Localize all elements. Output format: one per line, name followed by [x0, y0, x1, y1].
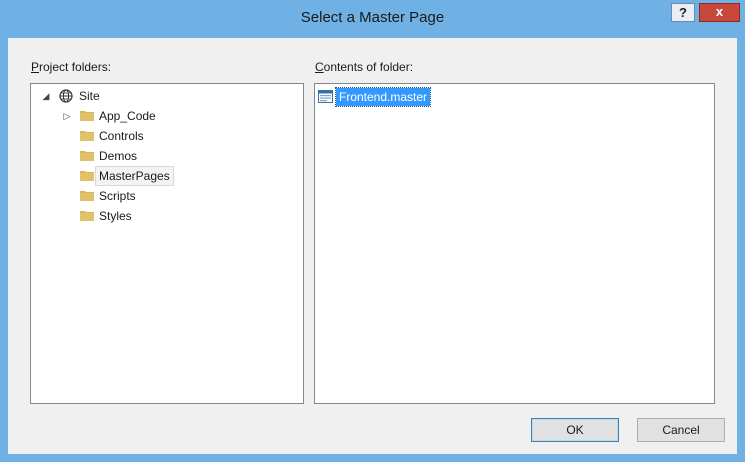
tree-item-scripts[interactable]: Scripts — [31, 186, 301, 206]
tree-item-styles[interactable]: Styles — [31, 206, 301, 226]
tree-item-label: Controls — [99, 129, 144, 143]
tree-item-app-code[interactable]: ▷ App_Code — [31, 106, 301, 126]
file-item-label: Frontend.master — [334, 87, 432, 107]
expand-arrow-icon[interactable]: ▷ — [62, 106, 72, 126]
help-button[interactable]: ? — [671, 3, 695, 22]
tree-item-label: Site — [79, 89, 100, 103]
folder-icon — [80, 111, 94, 121]
cancel-button[interactable]: Cancel — [637, 418, 725, 442]
project-folders-label-text: roject folders: — [39, 60, 112, 74]
close-button[interactable]: x — [699, 3, 740, 22]
select-master-page-dialog: Select a Master Page ? x Project folders… — [0, 0, 745, 462]
ok-button[interactable]: OK — [531, 418, 619, 442]
tree-item-site[interactable]: ◢ Site — [31, 86, 301, 106]
project-folders-label-accesskey: P — [31, 60, 40, 74]
folder-icon — [80, 171, 94, 181]
folder-icon — [80, 191, 94, 201]
project-folders-tree[interactable]: ◢ Site ▷ App_Code Controls Demos MasterP… — [30, 83, 304, 404]
globe-icon — [59, 89, 73, 103]
tree-item-label: Scripts — [99, 189, 136, 203]
contents-of-folder-label: Contents of folder: — [315, 60, 413, 74]
contents-of-folder-label-text: ontents of folder: — [323, 60, 414, 74]
tree-item-controls[interactable]: Controls — [31, 126, 301, 146]
collapse-arrow-icon[interactable]: ◢ — [41, 86, 51, 106]
project-folders-label: Project folders: — [31, 60, 111, 74]
tree-item-label: Styles — [99, 209, 132, 223]
tree-item-label: Demos — [99, 149, 138, 163]
dialog-body: Project folders: Contents of folder: ◢ S… — [8, 38, 737, 454]
tree-item-label: App_Code — [99, 109, 156, 123]
tree-item-label: MasterPages — [95, 166, 174, 186]
title-bar[interactable]: Select a Master Page ? x — [0, 0, 745, 38]
tree-item-demos[interactable]: Demos — [31, 146, 301, 166]
master-file-icon — [318, 90, 333, 103]
folder-icon — [80, 211, 94, 221]
folder-contents-list[interactable]: Frontend.master — [314, 83, 715, 404]
contents-of-folder-label-accesskey: C — [315, 60, 324, 74]
folder-icon — [80, 151, 94, 161]
window-title: Select a Master Page — [300, 9, 445, 26]
folder-icon — [80, 131, 94, 141]
tree-item-masterpages[interactable]: MasterPages — [31, 166, 301, 186]
